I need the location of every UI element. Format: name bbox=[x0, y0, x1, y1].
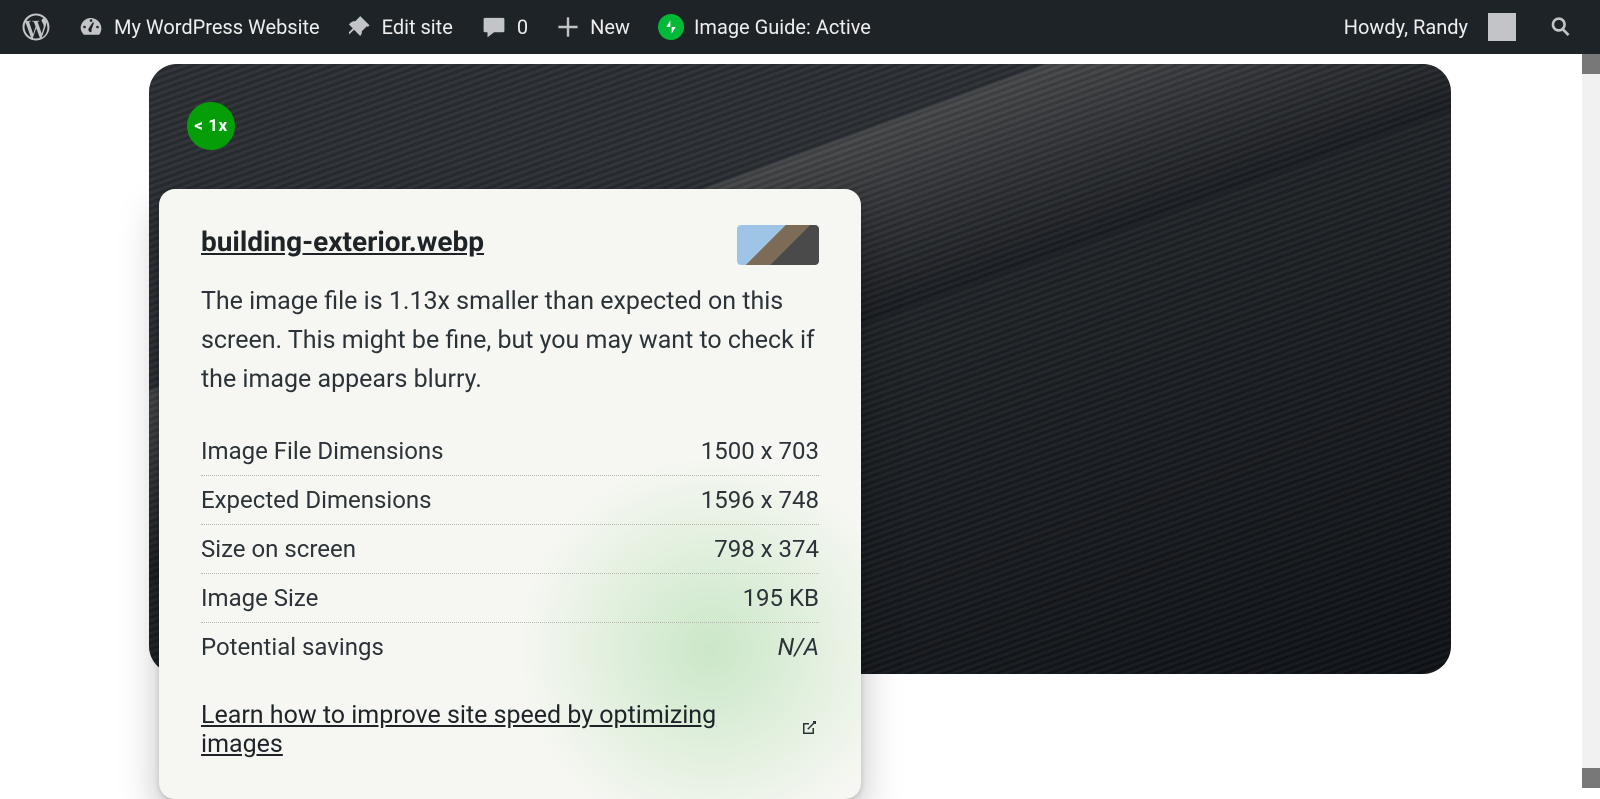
image-guide-label: Image Guide: Active bbox=[694, 15, 871, 39]
jetpack-icon bbox=[658, 14, 684, 40]
site-title-text: My WordPress Website bbox=[114, 15, 320, 39]
metric-row: Size on screen 798 x 374 bbox=[201, 525, 819, 574]
comments-count: 0 bbox=[517, 15, 528, 39]
site-title-menu[interactable]: My WordPress Website bbox=[64, 0, 334, 54]
dashboard-icon bbox=[78, 14, 104, 40]
howdy-text: Howdy, Randy bbox=[1344, 15, 1468, 39]
metric-value: 1596 x 748 bbox=[701, 486, 819, 514]
metric-row: Expected Dimensions 1596 x 748 bbox=[201, 476, 819, 525]
new-menu[interactable]: New bbox=[542, 0, 644, 54]
page-body: < 1x building-exterior.webp The image fi… bbox=[0, 54, 1600, 788]
edit-site-menu[interactable]: Edit site bbox=[334, 0, 467, 54]
metric-value: 195 KB bbox=[743, 584, 819, 612]
metric-label: Potential savings bbox=[201, 633, 384, 661]
learn-more-link[interactable]: Learn how to improve site speed by optim… bbox=[201, 701, 819, 759]
metric-label: Image File Dimensions bbox=[201, 437, 444, 465]
metric-label: Size on screen bbox=[201, 535, 356, 563]
edit-site-label: Edit site bbox=[382, 15, 453, 39]
wp-logo-menu[interactable] bbox=[8, 0, 64, 54]
hero-image: < 1x building-exterior.webp The image fi… bbox=[149, 64, 1451, 674]
pin-icon bbox=[348, 15, 372, 39]
image-guide-menu[interactable]: Image Guide: Active bbox=[644, 0, 885, 54]
user-avatar-icon bbox=[1488, 13, 1516, 41]
popover-thumbnail bbox=[737, 225, 819, 265]
scale-badge-text: < 1x bbox=[194, 116, 227, 136]
image-guide-popover: building-exterior.webp The image file is… bbox=[159, 189, 861, 799]
wordpress-logo-icon bbox=[22, 13, 50, 41]
metric-row: Image Size 195 KB bbox=[201, 574, 819, 623]
metric-value: 1500 x 703 bbox=[701, 437, 819, 465]
plus-icon bbox=[556, 15, 580, 39]
search-icon bbox=[1548, 14, 1574, 40]
new-label: New bbox=[590, 15, 630, 39]
popover-filename-link[interactable]: building-exterior.webp bbox=[201, 225, 484, 258]
wp-admin-bar: My WordPress Website Edit site 0 New Ima… bbox=[0, 0, 1600, 54]
learn-more-text: Learn how to improve site speed by optim… bbox=[201, 701, 789, 759]
metric-value: N/A bbox=[778, 633, 819, 661]
comments-menu[interactable]: 0 bbox=[467, 0, 542, 54]
page-scrollbar[interactable] bbox=[1582, 54, 1600, 788]
external-link-icon bbox=[799, 716, 819, 745]
adminbar-search[interactable] bbox=[1530, 0, 1592, 54]
popover-description: The image file is 1.13x smaller than exp… bbox=[201, 283, 819, 399]
metric-label: Image Size bbox=[201, 584, 318, 612]
popover-metrics-table: Image File Dimensions 1500 x 703 Expecte… bbox=[201, 427, 819, 671]
metric-value: 798 x 374 bbox=[714, 535, 819, 563]
metric-row: Potential savings N/A bbox=[201, 623, 819, 671]
comment-icon bbox=[481, 14, 507, 40]
image-scale-badge[interactable]: < 1x bbox=[187, 102, 235, 150]
howdy-menu[interactable]: Howdy, Randy bbox=[1330, 0, 1530, 54]
metric-label: Expected Dimensions bbox=[201, 486, 432, 514]
metric-row: Image File Dimensions 1500 x 703 bbox=[201, 427, 819, 476]
